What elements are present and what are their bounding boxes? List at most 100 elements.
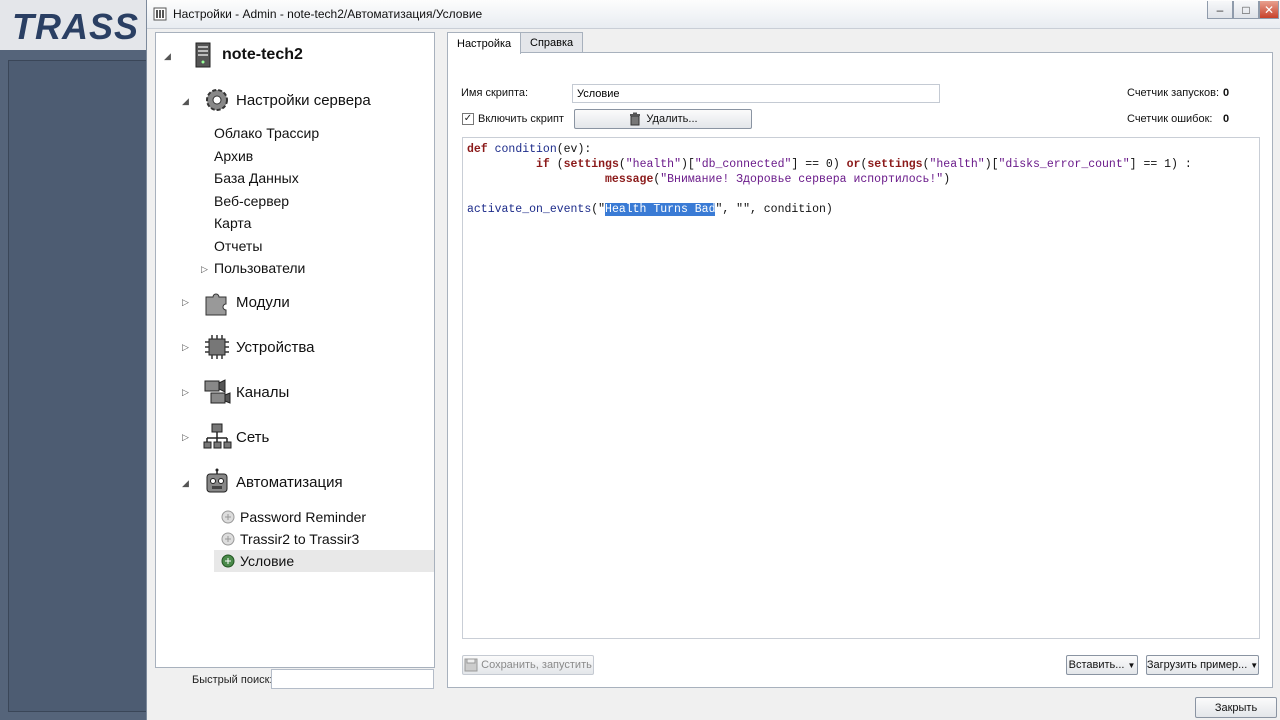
- background-panel: [8, 60, 148, 712]
- trassir-logo: TRASS: [12, 6, 140, 47]
- collapse-arrow-icon[interactable]: ◢: [182, 96, 189, 107]
- gear-icon: [206, 89, 228, 111]
- code-token: (: [549, 158, 564, 171]
- script-name-label: Имя скрипта:: [461, 87, 529, 99]
- expand-arrow-icon[interactable]: ▷: [201, 264, 208, 275]
- settings-tree: ◢ note-tech2 ◢ Настройки сервера Облако …: [155, 32, 435, 668]
- enable-script-checkbox[interactable]: ✓: [462, 113, 474, 125]
- tree-label-network: Сеть: [236, 428, 270, 446]
- code-token: if: [536, 158, 550, 171]
- tree-label-script: Password Reminder: [240, 509, 367, 525]
- tab-help[interactable]: Справка: [520, 32, 584, 52]
- tree-item-server-settings[interactable]: Настройки сервера: [202, 85, 371, 115]
- dropdown-arrow-icon: ▼: [1250, 660, 1259, 670]
- maximize-button[interactable]: □: [1233, 1, 1259, 19]
- runs-counter-value: 0: [1223, 87, 1230, 99]
- trash-icon: [630, 112, 641, 126]
- quick-search-input[interactable]: [271, 669, 434, 689]
- tree-label-automation: Автоматизация: [236, 473, 343, 491]
- quick-search-label: Быстрый поиск:: [192, 674, 273, 686]
- tree-label-script: Trassir2 to Trassir3: [240, 531, 360, 547]
- code-token: settings: [867, 158, 923, 171]
- title-bar[interactable]: Настройки - Admin - note-tech2/Автоматиз…: [147, 0, 1280, 29]
- tree-label-channels: Каналы: [236, 383, 290, 401]
- tree-item-automation[interactable]: Автоматизация: [202, 467, 343, 497]
- script-name-input[interactable]: [572, 84, 940, 103]
- code-token: "db_connected": [694, 158, 792, 171]
- window-title: Настройки - Admin - note-tech2/Автоматиз…: [173, 7, 483, 21]
- collapse-arrow-icon[interactable]: ◢: [164, 51, 171, 62]
- insert-dropdown-button[interactable]: Вставить... ▼: [1066, 655, 1138, 675]
- tree-item-reports[interactable]: Отчеты: [214, 238, 262, 254]
- tree-item-script-condition[interactable]: Условие: [220, 553, 294, 569]
- tree-item-users[interactable]: Пользователи: [214, 260, 305, 276]
- save-run-label: Сохранить, запустить: [481, 659, 592, 671]
- code-selection: Health Turns Bad: [605, 203, 716, 216]
- collapse-arrow-icon[interactable]: ◢: [182, 478, 189, 489]
- robot-icon: [206, 468, 228, 493]
- tree-item-devices[interactable]: Устройства: [202, 332, 314, 362]
- tree-item-modules[interactable]: Модули: [202, 287, 290, 317]
- tree-item-channels[interactable]: Каналы: [202, 377, 289, 407]
- code-editor[interactable]: def condition(ev): if (settings("health"…: [462, 137, 1260, 639]
- tree-item-archive[interactable]: Архив: [214, 148, 253, 164]
- expand-arrow-icon[interactable]: ▷: [182, 342, 189, 353]
- tab-content: Имя скрипта: ✓ Включить скрипт Удалить..…: [447, 52, 1273, 688]
- tree-item-root[interactable]: note-tech2: [188, 40, 303, 70]
- tree-label-archive: Архив: [214, 148, 254, 164]
- code-token: message: [605, 173, 654, 186]
- delete-button[interactable]: Удалить...: [574, 109, 752, 129]
- script-icon: [221, 510, 235, 524]
- settings-window: Настройки - Admin - note-tech2/Автоматиз…: [146, 0, 1280, 720]
- enable-script-label: Включить скрипт: [478, 113, 564, 125]
- code-token: activate_on_events: [467, 203, 592, 216]
- expand-arrow-icon[interactable]: ▷: [182, 387, 189, 398]
- close-window-button[interactable]: ✕: [1259, 1, 1279, 19]
- errors-counter-label: Счетчик ошибок:: [1127, 113, 1213, 125]
- tree-label-devices: Устройства: [236, 338, 315, 356]
- tree-item-cloud[interactable]: Облако Трассир: [214, 125, 319, 141]
- load-example-label: Загрузить пример...: [1146, 659, 1248, 671]
- window-app-icon: [153, 7, 167, 21]
- script-panel: Настройка Справка Имя скрипта: ✓ Включит…: [447, 32, 1273, 688]
- tree-label-reports: Отчеты: [214, 238, 263, 254]
- tree-item-database[interactable]: База Данных: [214, 170, 299, 186]
- tree-label-users: Пользователи: [214, 260, 306, 276]
- code-token: "health": [929, 158, 985, 171]
- tree-label-cloud: Облако Трассир: [214, 125, 320, 141]
- insert-label: Вставить...: [1068, 659, 1125, 671]
- code-token: )[: [680, 158, 695, 171]
- network-icon: [203, 423, 232, 449]
- tree-label-web-server: Веб-сервер: [214, 193, 290, 209]
- tree-item-map[interactable]: Карта: [214, 215, 251, 231]
- tree-item-script-password-reminder[interactable]: Password Reminder: [220, 509, 366, 525]
- code-token: condition: [494, 143, 557, 156]
- server-icon: [195, 42, 211, 68]
- tree-label-script: Условие: [240, 553, 295, 569]
- tab-settings[interactable]: Настройка: [447, 32, 522, 54]
- load-example-dropdown-button[interactable]: Загрузить пример... ▼: [1146, 655, 1259, 675]
- code-token: (ev):: [556, 143, 592, 156]
- active-script-icon: [221, 554, 235, 568]
- script-icon: [221, 532, 235, 546]
- code-token: ] == 0): [791, 158, 847, 171]
- minimize-button[interactable]: –: [1207, 1, 1233, 19]
- expand-arrow-icon[interactable]: ▷: [182, 297, 189, 308]
- errors-counter-value: 0: [1223, 113, 1230, 125]
- tree-item-script-trassir2-to-trassir3[interactable]: Trassir2 to Trassir3: [220, 531, 359, 547]
- code-token: ] == 1) :: [1129, 158, 1192, 171]
- expand-arrow-icon[interactable]: ▷: [182, 432, 189, 443]
- close-button[interactable]: Закрыть: [1195, 697, 1277, 718]
- code-token: (: [618, 158, 626, 171]
- code-text: def condition(ev): if (settings("health"…: [467, 142, 1192, 217]
- code-token: (": [591, 203, 606, 216]
- tree-item-network[interactable]: Сеть: [202, 422, 269, 452]
- code-token: "health": [625, 158, 681, 171]
- tree-item-web-server[interactable]: Веб-сервер: [214, 193, 289, 209]
- save-icon: [464, 658, 478, 672]
- tree-label-map: Карта: [214, 215, 252, 231]
- save-run-button[interactable]: Сохранить, запустить: [462, 655, 594, 675]
- chip-icon: [205, 335, 229, 359]
- runs-counter-label: Счетчик запусков:: [1127, 87, 1220, 99]
